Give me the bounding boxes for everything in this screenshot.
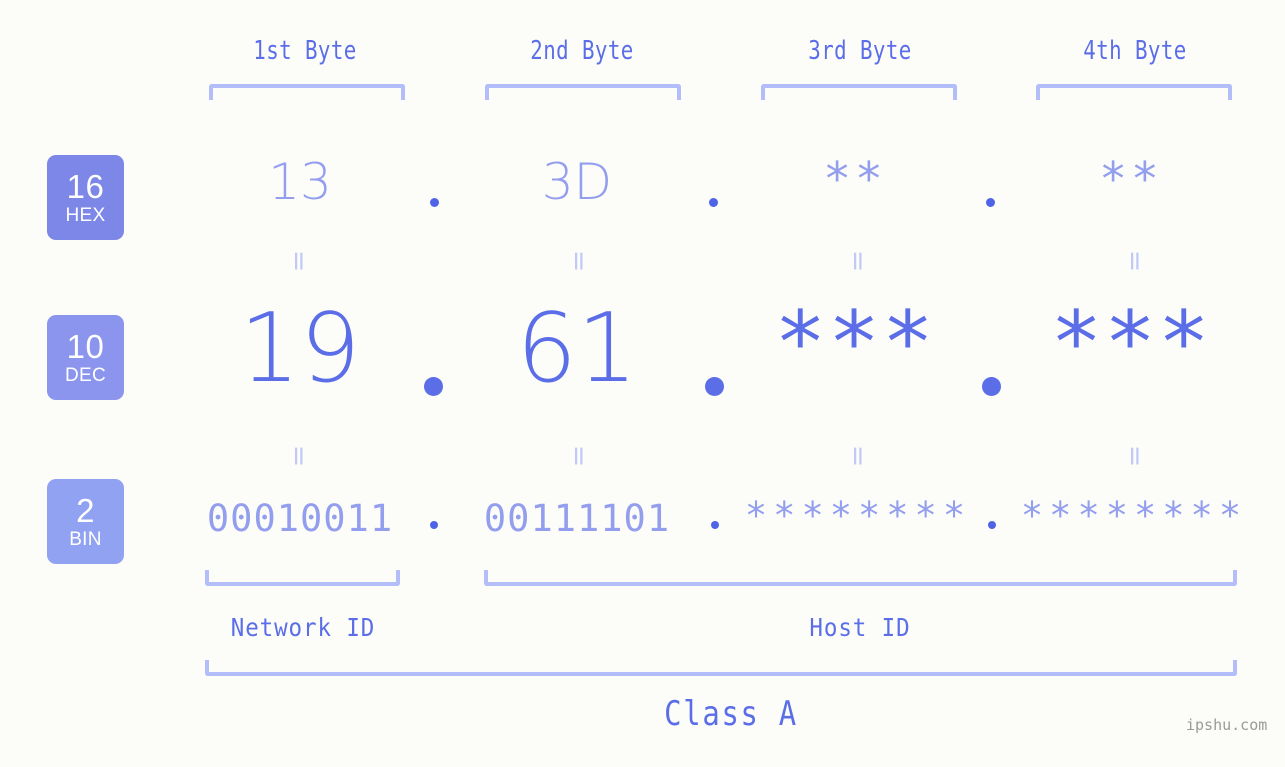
radix-badge-bin: 2 BIN — [47, 479, 124, 564]
byte-header-4: 4th Byte — [1083, 36, 1187, 66]
host-id-label: Host ID — [809, 613, 911, 642]
hex-separator-dot-2 — [709, 198, 718, 207]
bin-separator-dot-3 — [988, 521, 996, 529]
network-id-label: Network ID — [230, 613, 376, 642]
hex-byte-1-value: 13 — [268, 153, 332, 211]
bin-byte-1-value: 00010011 — [206, 497, 394, 540]
byte-header-2: 2nd Byte — [530, 36, 634, 66]
byte-bracket-1 — [209, 84, 405, 100]
radix-badge-hex-system: HEX — [65, 205, 106, 226]
dec-byte-2-value: 61 — [516, 294, 638, 404]
radix-badge-dec: 10 DEC — [47, 315, 124, 400]
byte-bracket-2 — [485, 84, 681, 100]
bin-byte-2-value: 00111101 — [483, 497, 671, 540]
dec-byte-1-value: 19 — [239, 294, 361, 404]
equals-icon-dec-bin-2: = — [563, 444, 595, 467]
radix-badge-hex: 16 HEX — [47, 155, 124, 240]
radix-badge-bin-number: 2 — [76, 492, 95, 529]
dec-byte-4-value: *** — [1050, 293, 1212, 393]
radix-badge-bin-system: BIN — [69, 529, 102, 550]
equals-icon-hex-dec-4: = — [1119, 249, 1151, 272]
bin-byte-4-value: ******** — [1020, 494, 1248, 537]
equals-icon-dec-bin-1: = — [283, 444, 315, 467]
hex-byte-3-value: ** — [823, 152, 887, 206]
hex-separator-dot-3 — [986, 198, 995, 207]
dec-separator-dot-1 — [424, 377, 443, 396]
hex-byte-4-value: ** — [1099, 152, 1163, 206]
bin-byte-3-value: ******** — [744, 494, 972, 537]
class-label: Class A — [664, 694, 798, 734]
equals-icon-dec-bin-4: = — [1119, 444, 1151, 467]
equals-icon-dec-bin-3: = — [842, 444, 874, 467]
byte-header-1: 1st Byte — [253, 36, 357, 66]
radix-badge-hex-number: 16 — [66, 168, 105, 205]
byte-bracket-3 — [761, 84, 957, 100]
watermark-ipshu: ipshu.com — [1186, 716, 1268, 734]
dec-separator-dot-3 — [982, 377, 1001, 396]
dec-separator-dot-2 — [705, 377, 724, 396]
radix-badge-dec-system: DEC — [64, 365, 106, 386]
network-id-bracket — [205, 570, 400, 586]
radix-badge-dec-number: 10 — [66, 328, 105, 365]
hex-separator-dot-1 — [430, 198, 439, 207]
class-bracket — [205, 660, 1237, 676]
ip-byte-breakdown-diagram: 1st Byte 2nd Byte 3rd Byte 4th Byte 16 H… — [0, 0, 1285, 767]
equals-icon-hex-dec-3: = — [842, 249, 874, 272]
bin-separator-dot-2 — [711, 521, 719, 529]
equals-icon-hex-dec-2: = — [563, 249, 595, 272]
byte-header-3: 3rd Byte — [808, 36, 912, 66]
bin-separator-dot-1 — [430, 521, 438, 529]
dec-byte-3-value: *** — [774, 293, 936, 393]
host-id-bracket — [484, 570, 1237, 586]
byte-bracket-4 — [1036, 84, 1232, 100]
hex-byte-2-value: 3D — [541, 153, 613, 211]
equals-icon-hex-dec-1: = — [283, 249, 315, 272]
